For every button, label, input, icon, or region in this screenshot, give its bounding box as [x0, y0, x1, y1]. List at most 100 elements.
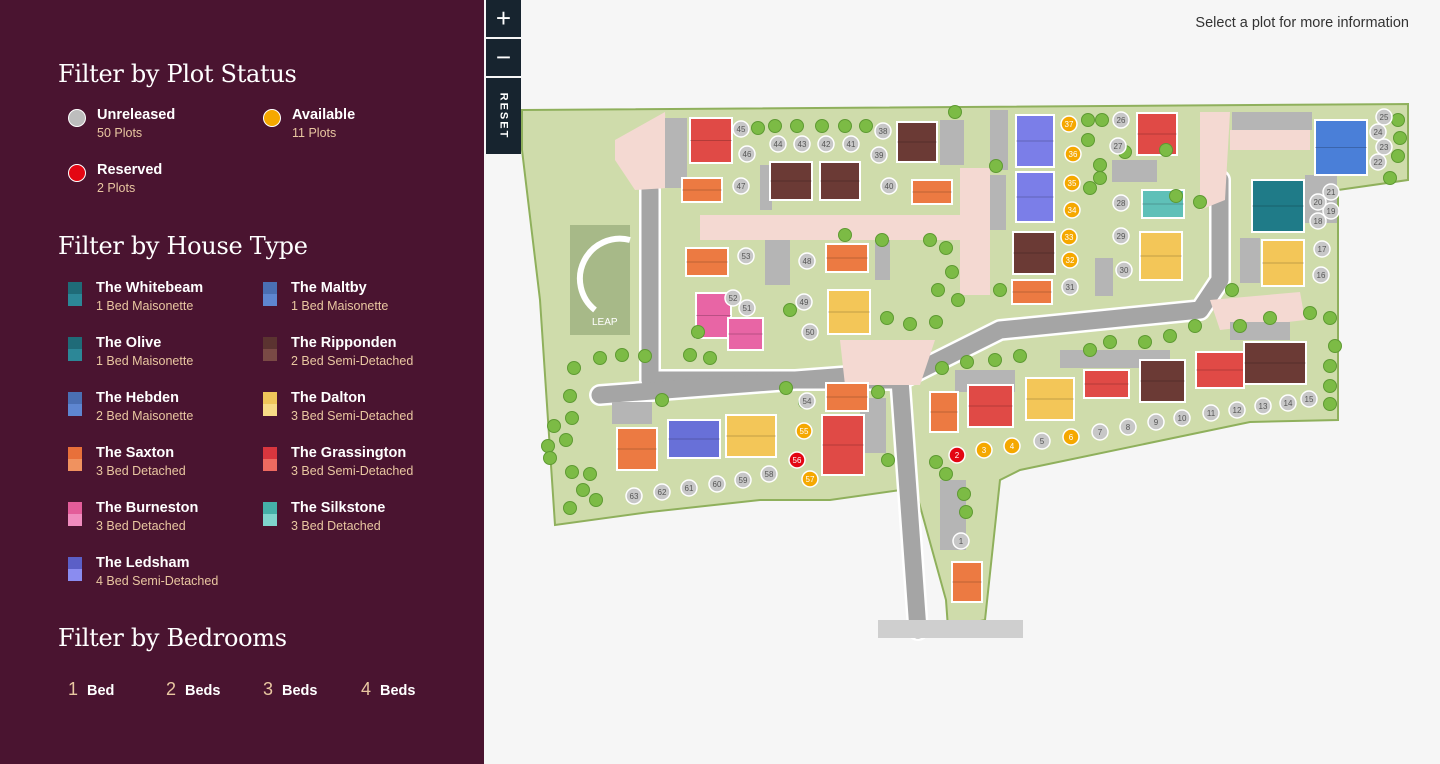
plot-marker-40[interactable]: 40 [880, 177, 898, 195]
plot-marker-15[interactable]: 15 [1300, 390, 1318, 408]
house-type-filter-olive[interactable]: The Olive 1 Bed Maisonette [68, 335, 263, 371]
plot-marker-30[interactable]: 30 [1115, 261, 1133, 279]
plot-marker-45[interactable]: 45 [732, 120, 750, 138]
bedroom-filter-1[interactable]: 1 Bed [68, 679, 114, 700]
plot-marker-5[interactable]: 5 [1033, 432, 1051, 450]
plot-marker-28[interactable]: 28 [1112, 194, 1130, 212]
plot-marker-25[interactable]: 25 [1375, 108, 1393, 126]
plot-marker-11[interactable]: 11 [1202, 404, 1220, 422]
reset-button[interactable]: RESET [486, 78, 521, 154]
plot-marker-37[interactable]: 37 [1060, 115, 1078, 133]
plot-number: 12 [1233, 406, 1242, 415]
plot-marker-47[interactable]: 47 [732, 177, 750, 195]
house-type-filter-hebden[interactable]: The Hebden 2 Bed Maisonette [68, 390, 263, 426]
plot-number: 55 [800, 427, 809, 436]
house-swatch-icon [263, 447, 277, 471]
plot-marker-29[interactable]: 29 [1112, 227, 1130, 245]
plot-marker-50[interactable]: 50 [801, 323, 819, 341]
site-plan[interactable]: LEAP 123 45 6789 1011 12 13 14 151617181… [484, 0, 1440, 764]
house-type-filter-grassington[interactable]: The Grassington 3 Bed Semi-Detached [263, 445, 458, 481]
plot-marker-42[interactable]: 42 [817, 135, 835, 153]
plot-number: 39 [875, 151, 884, 160]
plot-marker-62[interactable]: 62 [653, 483, 671, 501]
plot-marker-12[interactable]: 12 [1228, 401, 1246, 419]
tree-icon [1188, 319, 1202, 333]
plot-marker-14[interactable]: 14 [1279, 394, 1297, 412]
plot-marker-3[interactable]: 3 [975, 441, 993, 459]
plot-marker-27[interactable]: 27 [1109, 137, 1127, 155]
plot-marker-24[interactable]: 24 [1369, 123, 1387, 141]
plot-marker-60[interactable]: 60 [708, 475, 726, 493]
house-type-filter-ledsham[interactable]: The Ledsham 4 Bed Semi-Detached [68, 555, 263, 591]
plot-marker-53[interactable]: 53 [737, 247, 755, 265]
plot-marker-16[interactable]: 16 [1312, 266, 1330, 284]
plot-number: 14 [1284, 399, 1293, 408]
tree-icon [790, 119, 804, 133]
plot-marker-21[interactable]: 21 [1322, 183, 1340, 201]
plot-number: 3 [982, 446, 987, 455]
status-filter-available[interactable]: Available 11 Plots [263, 107, 463, 143]
plot-marker-61[interactable]: 61 [680, 479, 698, 497]
plot-marker-10[interactable]: 10 [1173, 409, 1191, 427]
plot-marker-1[interactable]: 1 [952, 532, 970, 550]
plot-marker-9[interactable]: 9 [1147, 413, 1165, 431]
plot-marker-44[interactable]: 44 [769, 135, 787, 153]
plot-marker-7[interactable]: 7 [1091, 423, 1109, 441]
plot-marker-57[interactable]: 57 [801, 470, 819, 488]
house-type-filter-ripponden[interactable]: The Ripponden 2 Bed Semi-Detached [263, 335, 458, 371]
plot-marker-23[interactable]: 23 [1375, 138, 1393, 156]
tree-icon [945, 265, 959, 279]
plot-marker-6[interactable]: 6 [1062, 428, 1080, 446]
plot-marker-54[interactable]: 54 [798, 392, 816, 410]
status-count: 11 Plots [292, 126, 337, 140]
bedroom-filter-2[interactable]: 2 Beds [166, 679, 220, 700]
plot-marker-52[interactable]: 52 [724, 289, 742, 307]
status-filter-unreleased[interactable]: Unreleased 50 Plots [68, 107, 268, 143]
bedroom-filter-3[interactable]: 3 Beds [263, 679, 317, 700]
plot-marker-46[interactable]: 46 [738, 145, 756, 163]
plot-marker-31[interactable]: 31 [1061, 278, 1079, 296]
house-type-filter-burneston[interactable]: The Burneston 3 Bed Detached [68, 500, 263, 536]
plot-marker-2[interactable]: 2 [948, 446, 966, 464]
plot-marker-43[interactable]: 43 [793, 135, 811, 153]
plot-marker-33[interactable]: 33 [1060, 228, 1078, 246]
house-type-filter-whitebeam[interactable]: The Whitebeam 1 Bed Maisonette [68, 280, 263, 316]
plot-marker-39[interactable]: 39 [870, 146, 888, 164]
status-filter-reserved[interactable]: Reserved 2 Plots [68, 162, 268, 198]
plot-marker-48[interactable]: 48 [798, 252, 816, 270]
zoom-in-button[interactable]: + [486, 0, 521, 37]
tree-icon [583, 467, 597, 481]
plot-marker-34[interactable]: 34 [1063, 201, 1081, 219]
house-type-filter-silkstone[interactable]: The Silkstone 3 Bed Detached [263, 500, 458, 536]
plot-marker-55[interactable]: 55 [795, 422, 813, 440]
plot-marker-51[interactable]: 51 [738, 299, 756, 317]
tree-icon [1391, 113, 1405, 127]
plot-marker-63[interactable]: 63 [625, 487, 643, 505]
site-map[interactable]: LEAP 1 2 3 4 5 6 7 8 9 10 11 12 13 14 15… [484, 0, 1440, 764]
plot-marker-41[interactable]: 41 [842, 135, 860, 153]
plot-marker-49[interactable]: 49 [795, 293, 813, 311]
plot-marker-4[interactable]: 4 [1003, 437, 1021, 455]
plot-marker-58[interactable]: 58 [760, 465, 778, 483]
plot-marker-13[interactable]: 13 [1254, 397, 1272, 415]
house-type-name: The Saxton [96, 445, 175, 461]
plot-marker-26[interactable]: 26 [1112, 111, 1130, 129]
plot-marker-32[interactable]: 32 [1061, 251, 1079, 269]
bedroom-filter-4[interactable]: 4 Beds [361, 679, 415, 700]
zoom-out-button[interactable]: − [486, 39, 521, 76]
house-type-filter-dalton[interactable]: The Dalton 3 Bed Semi-Detached [263, 390, 458, 426]
plot-marker-35[interactable]: 35 [1063, 174, 1081, 192]
plot-marker-56[interactable]: 56 [788, 451, 806, 469]
plot-marker-8[interactable]: 8 [1119, 418, 1137, 436]
tree-icon [881, 453, 895, 467]
plot-marker-36[interactable]: 36 [1064, 145, 1082, 163]
tree-icon [768, 119, 782, 133]
plot-marker-17[interactable]: 17 [1313, 240, 1331, 258]
plot-marker-22[interactable]: 22 [1369, 153, 1387, 171]
house-type-filter-maltby[interactable]: The Maltby 1 Bed Maisonette [263, 280, 458, 316]
plot-marker-38[interactable]: 38 [874, 122, 892, 140]
road-end [878, 620, 1023, 638]
house-type-desc: 4 Bed Semi-Detached [96, 574, 219, 588]
plot-marker-59[interactable]: 59 [734, 471, 752, 489]
house-type-filter-saxton[interactable]: The Saxton 3 Bed Detached [68, 445, 263, 481]
